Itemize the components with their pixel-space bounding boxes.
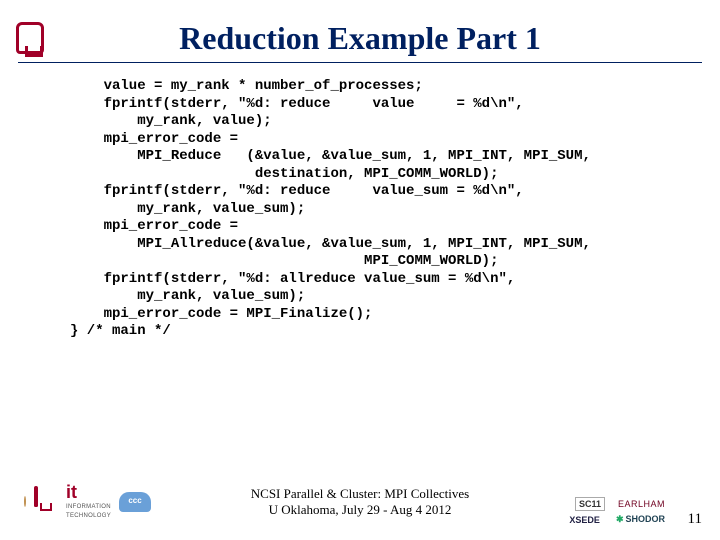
xsede-logo-icon: XSEDE	[566, 514, 603, 526]
ou-logo-small-icon	[34, 488, 58, 516]
code-listing: value = my_rank * number_of_processes; f…	[70, 78, 670, 341]
earlham-logo-icon: EARLHAM	[615, 498, 668, 510]
slide-title: Reduction Example Part 1	[0, 20, 720, 57]
footer-logos-right: SC11 EARLHAM XSEDE SHODOR	[566, 497, 668, 526]
ccc-logo-icon: ccc	[119, 492, 151, 512]
footer-logos-left: it INFORMATION TECHNOLOGY ccc	[24, 484, 151, 521]
footer: it INFORMATION TECHNOLOGY ccc NCSI Paral…	[0, 474, 720, 530]
page-number: 11	[688, 511, 702, 528]
shodor-logo-icon: SHODOR	[613, 513, 668, 526]
sc11-logo-icon: SC11	[575, 497, 605, 511]
oscer-logo-icon	[24, 497, 26, 506]
ou-it-logo-icon: it INFORMATION TECHNOLOGY	[66, 484, 111, 521]
title-underline	[18, 62, 702, 63]
